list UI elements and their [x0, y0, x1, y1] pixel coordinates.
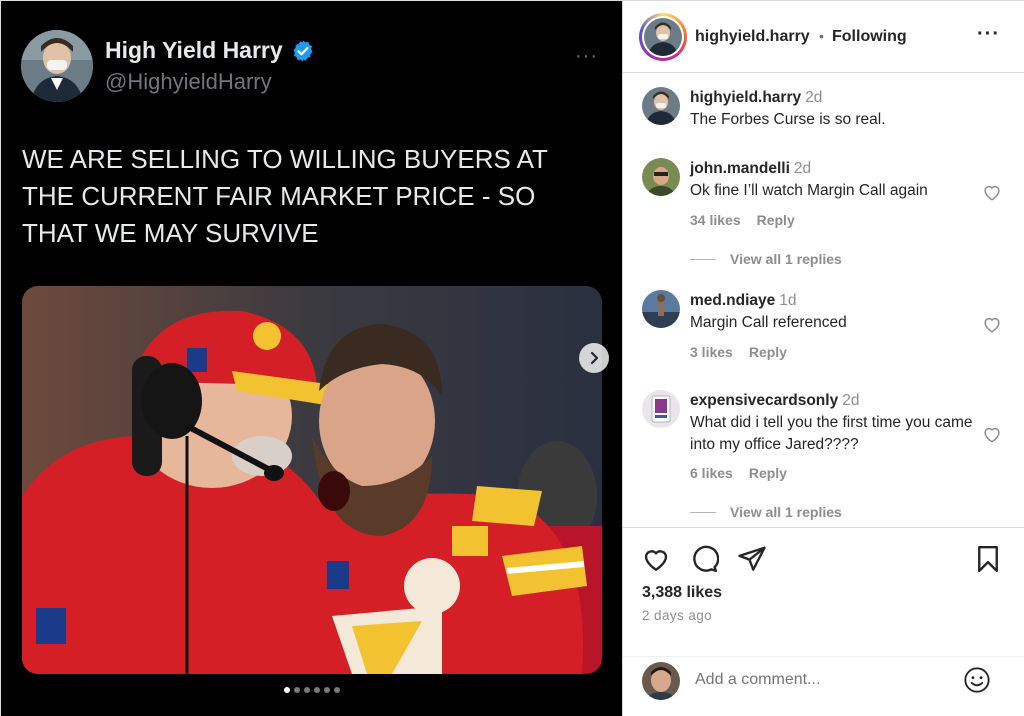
- like-heart-icon[interactable]: [641, 544, 671, 574]
- add-comment-input[interactable]: [695, 671, 945, 689]
- tweet-more-icon: ···: [575, 45, 598, 67]
- avatar[interactable]: [642, 87, 680, 125]
- tweet-display-name: High Yield Harry: [105, 37, 283, 63]
- comment-likes[interactable]: 6 likes: [690, 465, 733, 481]
- separator-dot: •: [819, 28, 824, 44]
- view-replies-label[interactable]: View all 1 replies: [730, 251, 842, 267]
- heart-icon[interactable]: [981, 423, 1003, 445]
- app-window: High Yield Harry @HighyieldHarry ··· WE …: [0, 0, 1024, 716]
- reply-button[interactable]: Reply: [749, 465, 787, 481]
- heart-icon[interactable]: [981, 313, 1003, 335]
- avatar[interactable]: [642, 158, 680, 196]
- avatar: [642, 662, 680, 700]
- comment-text: What did i tell you the first time you c…: [690, 414, 973, 453]
- comment-username[interactable]: med.ndiaye: [690, 292, 775, 309]
- comment-likes[interactable]: 34 likes: [690, 212, 741, 228]
- view-replies-button[interactable]: View all 1 replies: [690, 251, 842, 267]
- story-ring[interactable]: [639, 13, 687, 61]
- comment-username[interactable]: expensivecardsonly: [690, 392, 838, 409]
- avatar: [644, 18, 682, 56]
- post-timestamp: 2 days ago: [642, 608, 713, 623]
- carousel-indicator: [1, 687, 622, 693]
- comment-time: 2d: [842, 392, 860, 409]
- carousel-next-button[interactable]: [579, 343, 609, 373]
- avatar[interactable]: [642, 290, 680, 328]
- add-comment-row: [623, 656, 1024, 716]
- comment-text: Margin Call referenced: [690, 314, 847, 331]
- post-author-username[interactable]: highyield.harry: [695, 28, 810, 46]
- comment-header[interactable]: expensivecardsonly 2d: [690, 392, 859, 410]
- comment-text: Ok fine I’ll watch Margin Call again: [690, 182, 928, 199]
- more-options-icon[interactable]: ···: [977, 23, 1000, 46]
- comment-header[interactable]: med.ndiaye 1d: [690, 292, 797, 310]
- verified-badge-icon: [293, 40, 313, 61]
- post-media[interactable]: High Yield Harry @HighyieldHarry ··· WE …: [1, 1, 622, 716]
- comment-time: 1d: [779, 292, 797, 309]
- like-count[interactable]: 3,388 likes: [642, 584, 722, 602]
- carousel-dot: [323, 687, 330, 693]
- comment-likes[interactable]: 3 likes: [690, 344, 733, 360]
- carousel-dot: [293, 687, 300, 693]
- post-actions: 3,388 likes 2 days ago: [623, 527, 1024, 716]
- tweet-name-row: High Yield Harry: [105, 37, 315, 64]
- post-header: highyield.harry • Following ···: [623, 1, 1024, 73]
- comment-header[interactable]: john.mandelli 2d: [690, 160, 811, 178]
- tweet-handle: @HighyieldHarry: [105, 69, 272, 94]
- tweet-photo: [22, 286, 602, 674]
- comment-icon[interactable]: [689, 544, 719, 574]
- post-sidebar: highyield.harry • Following ··· highyiel…: [622, 1, 1024, 716]
- view-replies-button[interactable]: View all 1 replies: [690, 504, 842, 520]
- comment-time: 2d: [793, 160, 812, 177]
- bookmark-icon[interactable]: [973, 544, 1003, 574]
- comment-username[interactable]: highyield.harry: [690, 89, 801, 106]
- divider: [690, 511, 716, 513]
- divider: [690, 258, 716, 260]
- tweet-author-avatar: [21, 30, 93, 102]
- reply-button[interactable]: Reply: [749, 344, 787, 360]
- carousel-dot: [313, 687, 320, 693]
- heart-icon[interactable]: [981, 181, 1003, 203]
- tweet-text: WE ARE SELLING TO WILLING BUYERS AT THE …: [22, 144, 548, 248]
- emoji-icon[interactable]: [963, 666, 991, 694]
- reply-button[interactable]: Reply: [757, 212, 795, 228]
- following-button[interactable]: Following: [832, 28, 907, 46]
- comment-time: 2d: [805, 89, 823, 106]
- avatar[interactable]: [642, 390, 680, 428]
- comment-meta: 3 likes Reply: [690, 344, 787, 360]
- view-replies-label[interactable]: View all 1 replies: [730, 504, 842, 520]
- carousel-dot: [283, 687, 290, 693]
- share-icon[interactable]: [737, 544, 767, 574]
- caption-text: The Forbes Curse is so real.: [690, 111, 886, 128]
- comment-meta: 34 likes Reply: [690, 212, 795, 228]
- carousel-dot: [333, 687, 340, 693]
- chevron-right-icon: [590, 351, 599, 365]
- carousel-dot: [303, 687, 310, 693]
- comment-username[interactable]: john.mandelli: [690, 160, 790, 177]
- comment-meta: 6 likes Reply: [690, 465, 787, 481]
- caption-username[interactable]: highyield.harry 2d: [690, 89, 822, 107]
